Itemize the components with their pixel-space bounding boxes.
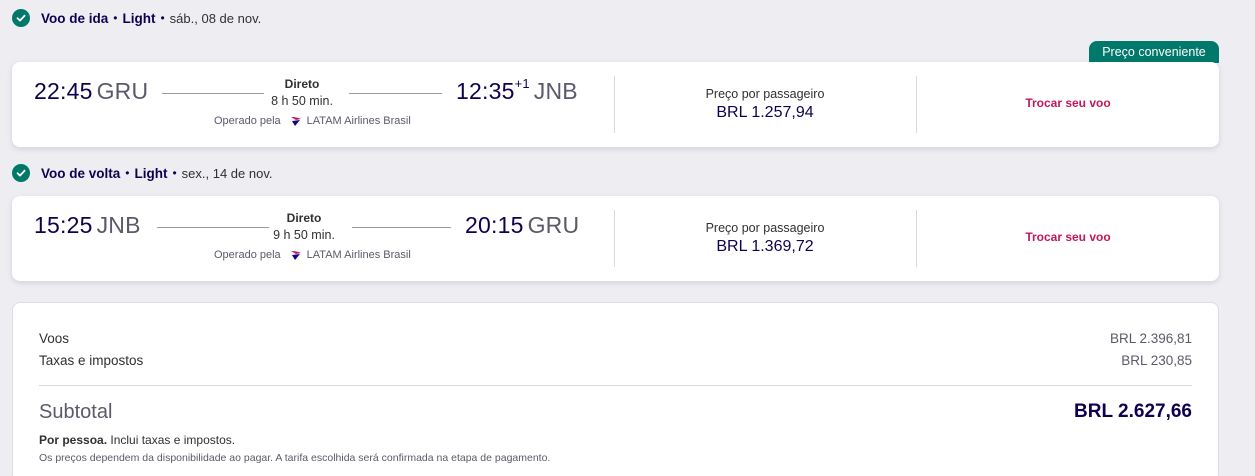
flights-amount: BRL 2.396,81	[1109, 331, 1192, 346]
check-circle-icon	[12, 164, 30, 182]
price-per-passenger-label: Preço por passageiro	[705, 87, 825, 101]
inbound-header: Voo de volta • Light • sex., 14 de nov.	[12, 163, 273, 183]
flights-label: Voos	[39, 331, 70, 346]
outbound-flight-card: 22:45 GRU Direto 8 h 50 min. 12:35+1 JNB O…	[12, 62, 1219, 147]
airline-name: LATAM Airlines Brasil	[306, 249, 411, 261]
summary-divider	[39, 385, 1192, 386]
inbound-date: sex., 14 de nov.	[181, 165, 273, 181]
departure-airport: GRU	[96, 78, 149, 104]
outbound-header: Voo de ida • Light • sáb., 08 de nov.	[12, 8, 261, 28]
flights-row: Voos BRL 2.396,81	[39, 331, 1192, 346]
operated-by-label: Operado pela	[214, 115, 281, 127]
airline-name: LATAM Airlines Brasil	[306, 115, 411, 127]
inbound-fare-class: Light	[134, 165, 168, 181]
outbound-flight-info: Direto 8 h 50 min.	[242, 77, 362, 108]
separator-dot: •	[125, 166, 130, 180]
change-inbound-flight-link[interactable]: Trocar seu voo	[993, 230, 1143, 244]
per-person-text: Inclui taxas e impostos.	[107, 433, 236, 447]
outbound-departure: 22:45 GRU	[34, 78, 148, 105]
inbound-departure: 15:25 JNB	[34, 212, 141, 239]
departure-time: 15:25	[34, 212, 93, 238]
day-offset: +1	[514, 76, 530, 91]
per-person-bold: Por pessoa.	[39, 433, 108, 447]
outbound-date: sáb., 08 de nov.	[169, 10, 262, 26]
price-summary: Voos BRL 2.396,81 Taxas e impostos BRL 2…	[12, 302, 1219, 476]
arrival-airport: JNB	[533, 78, 578, 104]
per-person-note: Por pessoa. Inclui taxas e impostos.	[39, 433, 235, 447]
divider	[916, 76, 917, 133]
outbound-title: Voo de ida	[41, 10, 109, 26]
latam-logo-icon	[290, 115, 302, 127]
taxes-row: Taxas e impostos BRL 230,85	[39, 353, 1192, 368]
arrival-time: 20:15	[465, 212, 524, 238]
divider	[916, 210, 917, 267]
check-circle-icon	[12, 9, 30, 27]
route-line	[349, 93, 442, 94]
route-line	[352, 227, 451, 228]
separator-dot: •	[113, 11, 118, 25]
subtotal-amount: BRL 2.627,66	[1074, 401, 1192, 422]
inbound-price: BRL 1.369,72	[716, 238, 814, 255]
divider	[614, 76, 615, 133]
separator-dot: •	[160, 11, 165, 25]
inbound-flight-info: Direto 9 h 50 min.	[244, 211, 364, 242]
inbound-arrival: 20:15 GRU	[465, 212, 579, 239]
outbound-price: BRL 1.257,94	[716, 104, 814, 121]
separator-dot: •	[172, 166, 177, 180]
change-outbound-flight-link[interactable]: Trocar seu voo	[993, 96, 1143, 110]
taxes-label: Taxas e impostos	[39, 353, 144, 368]
inbound-title: Voo de volta	[41, 165, 121, 181]
divider	[614, 210, 615, 267]
arrival-airport: GRU	[527, 212, 580, 238]
subtotal-label: Subtotal	[39, 401, 113, 423]
departure-airport: JNB	[96, 212, 141, 238]
latam-logo-icon	[290, 249, 302, 261]
departure-time: 22:45	[34, 78, 93, 104]
price-disclaimer: Os preços dependem da disponibilidade ao…	[39, 452, 551, 464]
taxes-amount: BRL 230,85	[1121, 353, 1192, 368]
outbound-fare-class: Light	[122, 10, 156, 26]
outbound-arrival: 12:35+1 JNB	[456, 76, 578, 105]
stops-label: Direto	[286, 211, 322, 225]
stops-label: Direto	[284, 77, 320, 91]
convenient-price-badge: Preço conveniente	[1089, 41, 1219, 63]
flight-duration: 9 h 50 min.	[273, 228, 335, 242]
arrival-time: 12:35	[456, 78, 515, 104]
flight-duration: 8 h 50 min.	[271, 94, 333, 108]
inbound-flight-card: 15:25 JNB Direto 9 h 50 min. 20:15 GRU Ope…	[12, 196, 1219, 281]
inbound-operated-by: Operado pela LATAM Airlines Brasil	[214, 249, 411, 261]
price-per-passenger-label: Preço por passageiro	[705, 221, 825, 235]
operated-by-label: Operado pela	[214, 249, 281, 261]
outbound-operated-by: Operado pela LATAM Airlines Brasil	[214, 115, 411, 127]
